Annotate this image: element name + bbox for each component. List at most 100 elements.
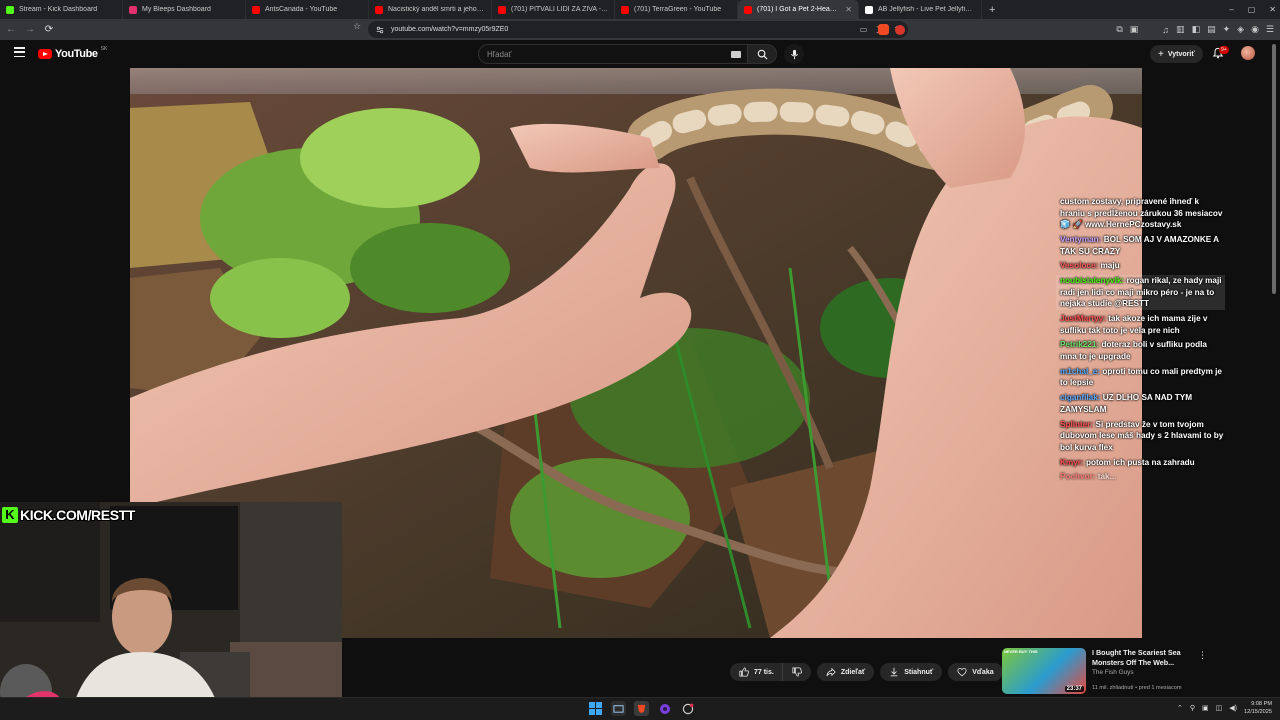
reload-button[interactable]: ⟳ xyxy=(41,24,57,35)
network-icon[interactable]: ▣ xyxy=(1202,704,1209,712)
screenshot-icon[interactable]: ▣ xyxy=(1130,24,1139,35)
maximize-button[interactable]: ▢ xyxy=(1248,5,1256,14)
browser-tab[interactable]: AntsCanada - YouTube xyxy=(246,0,369,19)
search-box xyxy=(478,44,747,64)
create-label: Vytvoriť xyxy=(1167,50,1195,58)
tab-close-icon[interactable]: ✕ xyxy=(845,5,852,14)
share-icon xyxy=(826,667,836,677)
thumbs-down-icon xyxy=(792,667,802,677)
profile-icon[interactable]: ◉ xyxy=(1251,24,1259,35)
forward-button[interactable]: → xyxy=(22,24,38,35)
chat-username[interactable]: Splinter: xyxy=(1060,420,1093,429)
browser-tab[interactable]: (701) I Got a Pet 2-Headed S ✕ xyxy=(738,0,859,19)
media-icon[interactable]: ♫ xyxy=(1162,25,1169,35)
extension-icon[interactable]: ⧉ xyxy=(1116,24,1122,35)
recommended-thumbnail[interactable]: NEVER BUY THIS 23:37 xyxy=(1002,648,1086,694)
browser-tab[interactable]: (701) PITVALI LIDI ZA ŽIVA - Jednotk xyxy=(492,0,615,19)
country-code: SK xyxy=(100,46,108,52)
brave-browser-icon[interactable] xyxy=(634,701,649,716)
site-info-icon[interactable] xyxy=(376,26,384,34)
chat-username[interactable]: m1chal_e: xyxy=(1060,367,1100,376)
sidebar-icon[interactable]: ▥ xyxy=(1176,24,1185,35)
kick-url: KICK.COM/RESTT xyxy=(20,506,135,523)
recommended-channel[interactable]: The Fish Guys xyxy=(1092,669,1196,676)
tab-favicon-icon xyxy=(129,5,137,14)
tab-title: Stream - Kick Dashboard xyxy=(19,6,98,13)
chat-username[interactable]: Kmyr: xyxy=(1060,458,1084,467)
browser-tab[interactable]: Stream - Kick Dashboard xyxy=(0,0,123,19)
recommended-info: I Bought The Scariest Sea Monsters Off T… xyxy=(1092,648,1196,694)
tab-title: My Bleeps Dashboard xyxy=(142,6,211,13)
monitor-icon[interactable]: ◫ xyxy=(1216,704,1223,712)
volume-icon[interactable]: ◀) xyxy=(1229,704,1237,712)
start-button[interactable] xyxy=(588,701,603,716)
create-button[interactable]: + Vytvoriť xyxy=(1150,45,1203,63)
chat-username[interactable]: ciganfilak: xyxy=(1060,393,1101,402)
tab-title: Nacistický anděl smrti a jeho strašliv xyxy=(388,6,485,13)
ai-icon[interactable]: ✦ xyxy=(1223,24,1231,35)
chat-username[interactable]: Vesoloce: xyxy=(1060,261,1098,270)
wallet-icon[interactable]: ▤ xyxy=(1207,24,1216,35)
chat-text: potom ich pusta na zahradu xyxy=(1085,457,1195,467)
address-bar[interactable]: youtube.com/watch?v=mmzy05r9ZE0 ▭ 文 ⇪ xyxy=(368,21,908,38)
tray-overflow-icon[interactable]: ⌃ xyxy=(1177,704,1183,712)
tab-favicon-icon xyxy=(252,5,260,14)
close-window-button[interactable]: ✕ xyxy=(1269,5,1276,14)
keyboard-icon[interactable] xyxy=(731,51,741,58)
browser-tab[interactable]: (701) TerraGreen - YouTube xyxy=(615,0,738,19)
chat-message: Splinter: Si predstav že v tom tvojom du… xyxy=(1060,419,1225,454)
brave-rewards-icon[interactable] xyxy=(895,24,905,35)
recommended-menu-icon[interactable]: ⋮ xyxy=(1198,650,1207,661)
split-view-icon[interactable]: ◧ xyxy=(1192,24,1201,35)
browser-tab[interactable]: My Bleeps Dashboard xyxy=(123,0,246,19)
page-scrollbar[interactable] xyxy=(1271,44,1277,696)
file-explorer-icon[interactable] xyxy=(611,701,626,716)
like-button[interactable]: 77 tis. xyxy=(730,663,782,681)
thanks-button[interactable]: Vďaka xyxy=(948,663,1003,681)
youtube-logo[interactable]: YouTube SK xyxy=(38,46,108,60)
windows-logo-icon xyxy=(589,702,602,715)
chat-username[interactable]: Pochvor: xyxy=(1060,472,1096,481)
tab-title: AntsCanada - YouTube xyxy=(265,6,338,13)
browser-tab[interactable]: AB Jellyfish - Live Pet Jellyfish (Moon xyxy=(859,0,982,19)
recommended-title[interactable]: I Bought The Scariest Sea Monsters Off T… xyxy=(1092,648,1196,667)
dislike-button[interactable] xyxy=(781,663,811,681)
chat-username[interactable]: noubisialenyvlk: xyxy=(1060,276,1124,285)
scrollbar-thumb[interactable] xyxy=(1272,44,1276,294)
chat-text: maju xyxy=(1100,261,1120,271)
tab-favicon-icon xyxy=(744,5,752,14)
brave-shields xyxy=(878,24,905,35)
back-button[interactable]: ← xyxy=(3,24,19,35)
cast-icon[interactable]: ▭ xyxy=(860,25,868,34)
like-count: 77 tis. xyxy=(754,668,774,676)
chat-username[interactable]: JustMartyy: xyxy=(1060,314,1106,323)
tab-title: (701) TerraGreen - YouTube xyxy=(634,6,722,13)
browser-tab[interactable]: Nacistický anděl smrti a jeho strašliv xyxy=(369,0,492,19)
new-tab-button[interactable]: + xyxy=(982,4,1002,16)
extensions-tray: ⧉ ▣ ♫ ▥ ◧ ▤ ✦ ◈ ◉ ☰ xyxy=(1116,19,1274,40)
vpn-icon[interactable]: ◈ xyxy=(1237,24,1244,35)
download-button[interactable]: Stiahnuť xyxy=(880,663,943,681)
chat-username[interactable]: Ventyman: xyxy=(1060,235,1101,244)
voice-search-button[interactable] xyxy=(784,44,804,64)
chat-message: JustMartyy: tak akoze ich mama zije v su… xyxy=(1060,313,1225,336)
chat-message: noubisialenyvlk: rogan rikal, ze hady ma… xyxy=(1056,275,1225,310)
app-icon[interactable] xyxy=(680,701,695,716)
chat-message: ciganfilak: UZ DLHO SA NAD TYM ZAMYSLAM xyxy=(1060,392,1225,415)
chat-username[interactable]: Petrik221: xyxy=(1060,340,1099,349)
brave-shield-icon[interactable] xyxy=(878,24,889,35)
search-input[interactable] xyxy=(487,49,717,59)
bookmark-icon[interactable]: ☆ xyxy=(353,21,361,32)
account-avatar[interactable] xyxy=(1241,46,1255,60)
hamburger-menu-icon[interactable] xyxy=(14,47,25,57)
share-button[interactable]: Zdieľať xyxy=(816,663,875,681)
taskbar-apps xyxy=(588,701,695,716)
thumbs-up-icon xyxy=(739,667,749,677)
search-button[interactable] xyxy=(747,44,777,64)
recommended-video[interactable]: NEVER BUY THIS 23:37 I Bought The Scarie… xyxy=(1002,648,1216,694)
clock[interactable]: 9:08 PM 12/15/2025 xyxy=(1244,700,1272,716)
obs-icon[interactable] xyxy=(657,701,672,716)
notification-tray-icon[interactable]: ⚲ xyxy=(1190,704,1195,712)
browser-menu-icon[interactable]: ☰ xyxy=(1266,24,1274,35)
minimize-button[interactable]: – xyxy=(1229,5,1233,14)
